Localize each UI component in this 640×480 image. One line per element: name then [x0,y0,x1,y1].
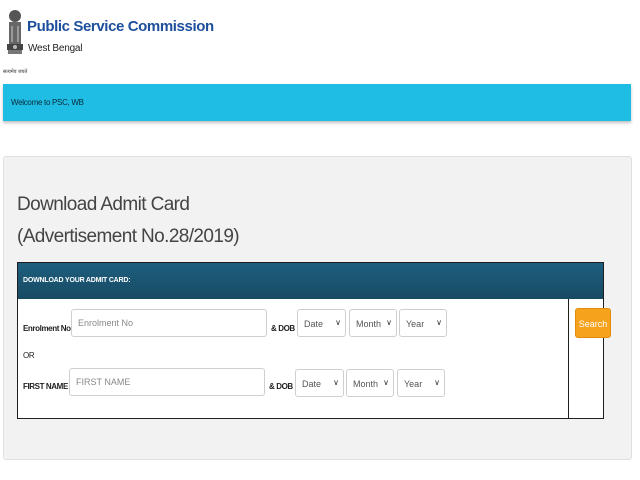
form-header: DOWNLOAD YOUR ADMIT CARD: [18,263,603,299]
admit-card-panel: Download Admit Card (Advertisement No.28… [3,156,632,460]
admit-card-form: DOWNLOAD YOUR ADMIT CARD: Enrolment No :… [17,262,611,419]
date-select-2-value: Date [302,379,322,389]
form-header-text: DOWNLOAD YOUR ADMIT CARD: [23,277,131,284]
first-name-label: FIRST NAME : [23,382,72,391]
or-label: OR [23,351,35,360]
month-select-2-value: Month [353,379,379,389]
chevron-down-icon: ∨ [434,378,440,387]
chevron-down-icon: ∨ [333,378,339,387]
year-select-2-value: Year [404,379,423,389]
form-divider [568,299,569,418]
page-subtitle: (Advertisement No.28/2019) [17,226,240,247]
org-title: Public Service Commission [27,18,214,35]
chevron-down-icon: ∨ [436,318,442,327]
org-subtitle: West Bengal [28,43,83,54]
enrolment-input[interactable] [71,309,267,337]
month-select-1[interactable]: Month ∨ [349,309,397,337]
chevron-down-icon: ∨ [386,318,392,327]
page-title: Download Admit Card [17,194,190,215]
welcome-bar: Welcome to PSC, WB [3,84,631,121]
emblem-icon [7,10,23,54]
emblem-caption: सत्यमेव जयते [3,69,28,75]
chevron-down-icon: ∨ [335,318,341,327]
enrolment-label: Enrolment No : [23,324,75,333]
month-select-1-value: Month [356,319,382,329]
welcome-text: Welcome to PSC, WB [11,98,84,107]
year-select-1[interactable]: Year ∨ [399,309,447,337]
date-select-1[interactable]: Date ∨ [297,309,346,337]
month-select-2[interactable]: Month ∨ [346,369,394,397]
date-select-2[interactable]: Date ∨ [295,369,344,397]
search-button[interactable]: Search [575,308,611,338]
year-select-1-value: Year [406,319,425,329]
site-header: Public Service Commission West Bengal सत… [0,0,640,84]
dob-label-1: & DOB : [271,324,299,333]
dob-label-2: & DOB : [269,382,297,391]
year-select-2[interactable]: Year ∨ [397,369,445,397]
chevron-down-icon: ∨ [383,378,389,387]
first-name-input[interactable] [69,368,265,396]
date-select-1-value: Date [304,319,324,329]
